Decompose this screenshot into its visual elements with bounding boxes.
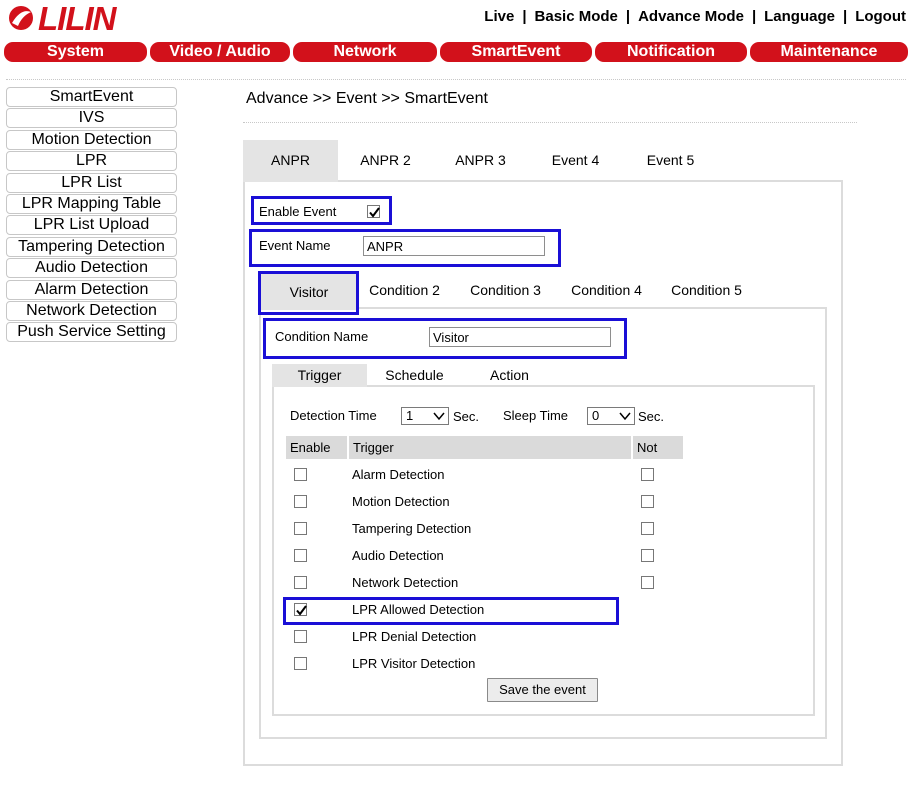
tab-schedule[interactable]: Schedule <box>367 364 462 387</box>
condition-name-label: Condition Name <box>275 329 369 344</box>
tab-event-5[interactable]: Event 5 <box>623 140 718 180</box>
trigger-label: Alarm Detection <box>352 467 445 482</box>
checkmark-icon <box>296 605 307 616</box>
chevron-down-icon <box>433 412 445 421</box>
detection-time-value: 1 <box>406 408 414 423</box>
not-checkbox-alarm[interactable] <box>641 468 654 481</box>
trigger-label: Tampering Detection <box>352 521 472 536</box>
lilin-logo[interactable]: LILIN <box>8 0 184 37</box>
menu-smartevent[interactable]: SmartEvent <box>440 42 592 62</box>
header-trigger: Trigger <box>349 436 631 459</box>
sleep-time-unit: Sec. <box>638 409 665 424</box>
sidebar-item-lpr[interactable]: LPR <box>6 151 177 172</box>
sleep-time-label: Sleep Time <box>503 408 569 423</box>
breadcrumb-divider <box>243 122 857 123</box>
tab-condition-2[interactable]: Condition 2 <box>357 270 452 310</box>
trigger-label: LPR Allowed Detection <box>352 602 485 617</box>
menu-network[interactable]: Network <box>293 42 437 62</box>
header-not: Not <box>633 436 683 459</box>
not-checkbox-audio[interactable] <box>641 549 654 562</box>
sidebar-item-motion-detection[interactable]: Motion Detection <box>6 129 177 150</box>
detection-time-label: Detection Time <box>290 408 377 423</box>
sidebar-item-audio-detection[interactable]: Audio Detection <box>6 258 177 279</box>
trigger-label: Audio Detection <box>352 548 444 563</box>
sidebar-item-lpr-list[interactable]: LPR List <box>6 172 177 193</box>
detection-time-select[interactable]: 1 <box>401 407 449 425</box>
sidebar-item-alarm-detection[interactable]: Alarm Detection <box>6 279 177 300</box>
logo-text: LILIN <box>38 0 116 37</box>
header-enable: Enable <box>286 436 347 459</box>
nav-advance-mode[interactable]: Advance Mode <box>638 8 744 25</box>
condition-name-input[interactable] <box>429 327 611 347</box>
enable-checkbox-audio[interactable] <box>294 549 307 562</box>
side-menu: SmartEvent IVS Motion Detection LPR LPR … <box>6 87 177 344</box>
main-menu: System Video / Audio Network SmartEvent … <box>4 42 908 62</box>
sidebar-item-tampering-detection[interactable]: Tampering Detection <box>6 236 177 257</box>
enable-checkbox-lpr-visitor[interactable] <box>294 657 307 670</box>
sidebar-item-lpr-list-upload[interactable]: LPR List Upload <box>6 215 177 236</box>
enable-event-label: Enable Event <box>259 204 337 219</box>
sidebar-item-smartevent[interactable]: SmartEvent <box>6 87 177 107</box>
tab-anpr-3[interactable]: ANPR 3 <box>433 140 528 180</box>
menu-maintenance[interactable]: Maintenance <box>750 42 908 62</box>
nav-separator: | <box>625 8 631 25</box>
not-checkbox-motion[interactable] <box>641 495 654 508</box>
top-navigation: Live | Basic Mode | Advance Mode | Language | Lo… <box>484 8 906 25</box>
nav-logout[interactable]: Logout <box>855 8 906 25</box>
enable-checkbox-alarm[interactable] <box>294 468 307 481</box>
sidebar-item-ivs[interactable]: IVS <box>6 108 177 129</box>
tab-condition-3[interactable]: Condition 3 <box>458 270 553 310</box>
detection-time-unit: Sec. <box>453 409 480 424</box>
nav-basic-mode[interactable]: Basic Mode <box>535 8 618 25</box>
enable-checkbox-network[interactable] <box>294 576 307 589</box>
nav-separator: | <box>751 8 757 25</box>
nav-language[interactable]: Language <box>764 8 835 25</box>
event-name-label: Event Name <box>259 238 331 253</box>
enable-checkbox-lpr-allowed[interactable] <box>294 603 307 616</box>
nav-live[interactable]: Live <box>484 8 514 25</box>
logo-emblem-icon <box>9 6 33 30</box>
tab-action[interactable]: Action <box>462 364 557 387</box>
checkmark-icon <box>369 207 380 218</box>
chevron-down-icon <box>619 412 631 421</box>
trigger-label: Motion Detection <box>352 494 450 509</box>
sidebar-item-push-service-setting[interactable]: Push Service Setting <box>6 322 177 343</box>
sleep-time-select[interactable]: 0 <box>587 407 635 425</box>
event-name-input[interactable] <box>363 236 545 256</box>
menu-system[interactable]: System <box>4 42 147 62</box>
trigger-label: Network Detection <box>352 575 459 590</box>
tab-anpr[interactable]: ANPR <box>243 140 338 182</box>
tab-condition-4[interactable]: Condition 4 <box>559 270 654 310</box>
nav-separator: | <box>842 8 848 25</box>
sidebar-item-lpr-mapping-table[interactable]: LPR Mapping Table <box>6 193 177 214</box>
not-checkbox-network[interactable] <box>641 576 654 589</box>
menu-video-audio[interactable]: Video / Audio <box>150 42 290 62</box>
enable-checkbox-tampering[interactable] <box>294 522 307 535</box>
trigger-label: LPR Visitor Detection <box>352 656 476 671</box>
enable-event-checkbox[interactable] <box>367 205 380 218</box>
nav-separator: | <box>522 8 527 25</box>
trigger-label: LPR Denial Detection <box>352 629 477 644</box>
sidebar-item-network-detection[interactable]: Network Detection <box>6 300 177 321</box>
not-checkbox-tampering[interactable] <box>641 522 654 535</box>
tab-event-4[interactable]: Event 4 <box>528 140 623 180</box>
enable-checkbox-motion[interactable] <box>294 495 307 508</box>
tab-trigger[interactable]: Trigger <box>272 364 367 387</box>
menu-notification[interactable]: Notification <box>595 42 747 62</box>
tab-visitor[interactable]: Visitor <box>261 272 357 310</box>
breadcrumb: Advance >> Event >> SmartEvent <box>246 90 488 107</box>
save-event-button[interactable]: Save the event <box>487 678 598 702</box>
enable-checkbox-lpr-denial[interactable] <box>294 630 307 643</box>
header-divider <box>6 79 906 80</box>
tab-condition-5[interactable]: Condition 5 <box>659 270 754 310</box>
tab-anpr-2[interactable]: ANPR 2 <box>338 140 433 180</box>
sleep-time-value: 0 <box>592 408 600 423</box>
